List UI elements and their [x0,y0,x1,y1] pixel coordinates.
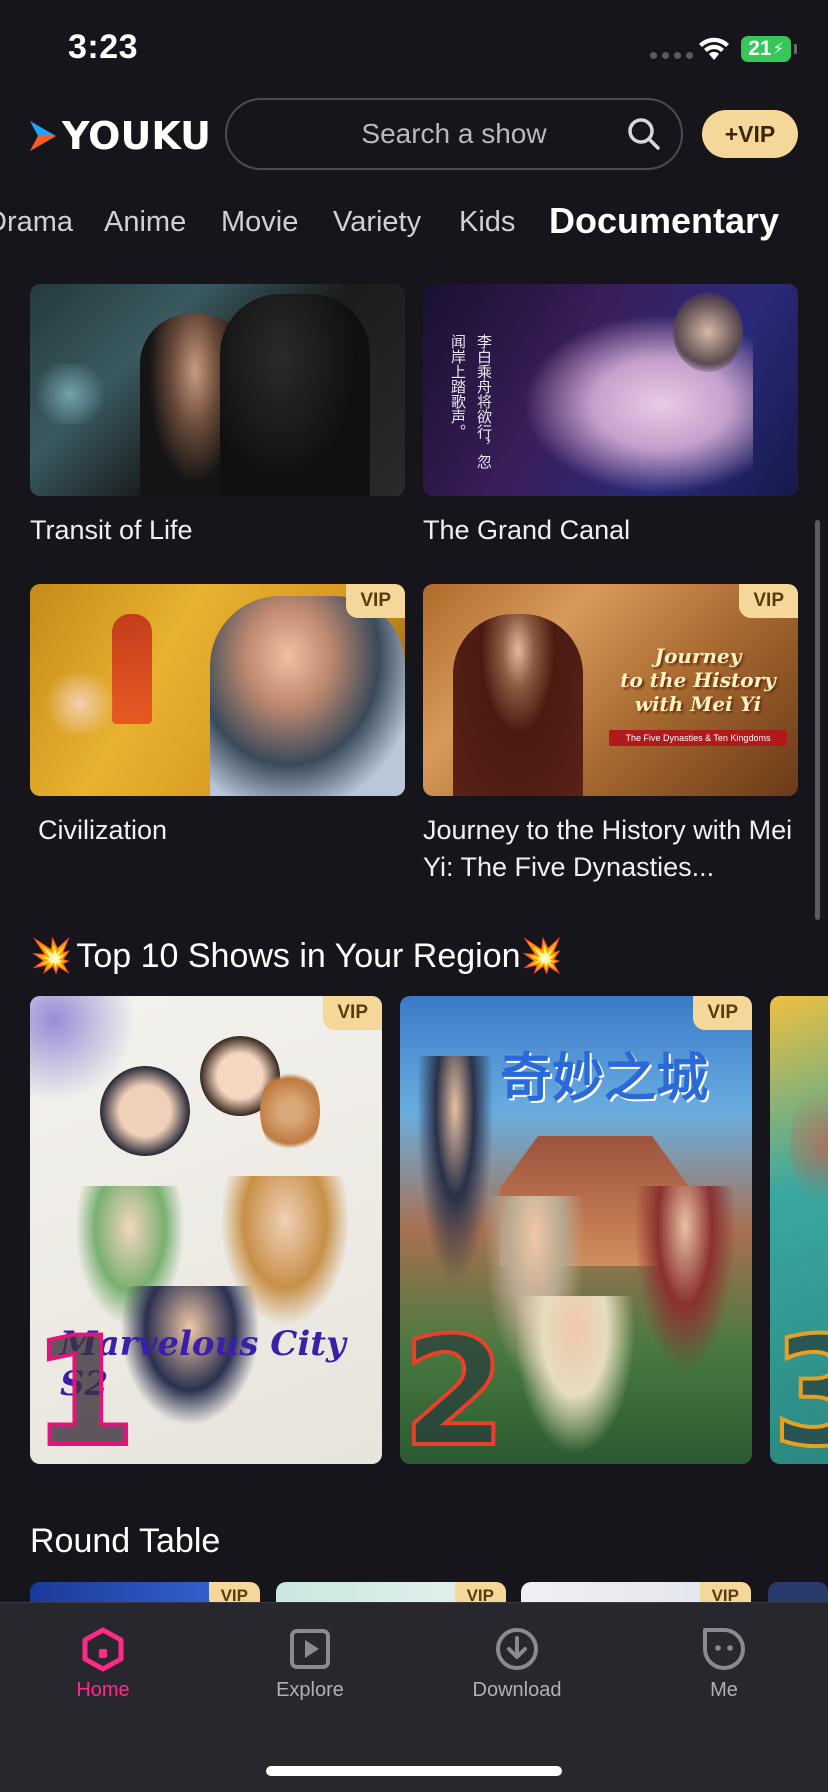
burst-icon: 💥 [520,937,563,975]
show-thumbnail[interactable] [30,284,405,496]
tab-kids[interactable]: Kids [459,206,515,239]
nav-label: Home [76,1679,130,1701]
poster-title-text: 奇妙之城 [500,1049,709,1109]
explore-icon [290,1629,330,1669]
youku-logo-icon [30,121,56,151]
top10-section-title: 💥 Top 10 Shows in Your Region💥 [30,936,563,976]
battery-level: 21 [748,37,772,60]
vip-button[interactable]: +VIP [702,110,798,158]
round-table-title: Round Table [30,1522,221,1560]
show-title[interactable]: The Grand Canal [423,512,803,549]
rank-number: 1 [30,1306,138,1464]
show-thumbnail[interactable]: Journey to the History with Mei Yi The F… [423,584,798,796]
rank-number: 2 [400,1306,508,1464]
vip-badge: VIP [346,584,405,618]
search-input[interactable]: Search a show [225,98,683,170]
category-tabs: Drama Anime Movie Variety Kids Documenta… [0,200,828,252]
journey-subtitle: The Five Dynasties & Ten Kingdoms [609,730,787,746]
show-title[interactable]: Civilization [38,812,418,849]
wifi-icon [699,37,729,60]
nav-home[interactable]: Home [33,1625,173,1702]
youku-logo[interactable]: YOUKU [28,114,211,158]
search-icon[interactable] [627,117,661,151]
journey-line-2: to the History [620,668,776,692]
journey-line-3: with Mei Yi [634,692,762,716]
vip-badge: VIP [693,996,752,1030]
tab-movie[interactable]: Movie [221,206,298,239]
tab-variety[interactable]: Variety [333,206,421,239]
battery-icon: 21 ⚡ [741,36,797,62]
scrollbar[interactable] [815,520,820,920]
search-placeholder: Search a show [361,118,547,149]
home-icon [82,1627,124,1672]
status-time: 3:23 [68,28,139,66]
show-thumbnail[interactable]: 李白乘舟将欲行，忽闻岸上踏歌声。 [423,284,798,496]
cellular-signal-icon [650,52,693,59]
top10-poster-2[interactable]: 奇妙之城 2 VIP [400,996,752,1464]
nav-label: Me [710,1679,738,1701]
nav-me[interactable]: Me [654,1625,794,1702]
nav-download[interactable]: Download [447,1625,587,1702]
burst-icon: 💥 [30,937,73,975]
download-icon [496,1628,538,1670]
rank-number: 3 [770,1306,828,1464]
journey-line-1: Journey [654,644,742,668]
show-title[interactable]: Transit of Life [30,512,410,549]
status-bar: 3:23 21 ⚡ [0,0,828,96]
nav-label: Explore [276,1679,344,1701]
tab-anime[interactable]: Anime [104,206,186,239]
tab-drama[interactable]: Drama [0,206,73,239]
top10-poster-3[interactable]: 3 [770,996,828,1464]
profile-icon [703,1628,745,1670]
tab-documentary[interactable]: Documentary [549,200,779,242]
logo-text: YOUKU [62,114,211,158]
header: YOUKU Search a show +VIP [0,96,828,176]
vip-badge: VIP [739,584,798,618]
nav-label: Download [472,1679,562,1701]
vip-badge: VIP [323,996,382,1030]
journey-title-art: Journey to the History with Mei Yi [603,644,793,716]
show-title[interactable]: Journey to the History with Mei Yi: The … [423,812,803,886]
show-thumbnail[interactable]: VIP [30,584,405,796]
canal-caption: 李白乘舟将欲行，忽闻岸上踏歌声。 [449,334,493,469]
top10-poster-1[interactable]: Marvelous City S2 1 VIP [30,996,382,1464]
nav-explore[interactable]: Explore [240,1625,380,1702]
home-indicator[interactable] [266,1766,562,1776]
top10-title-text: Top 10 Shows in Your Region [76,937,521,975]
bottom-nav: Home Explore Download Me [0,1602,828,1792]
